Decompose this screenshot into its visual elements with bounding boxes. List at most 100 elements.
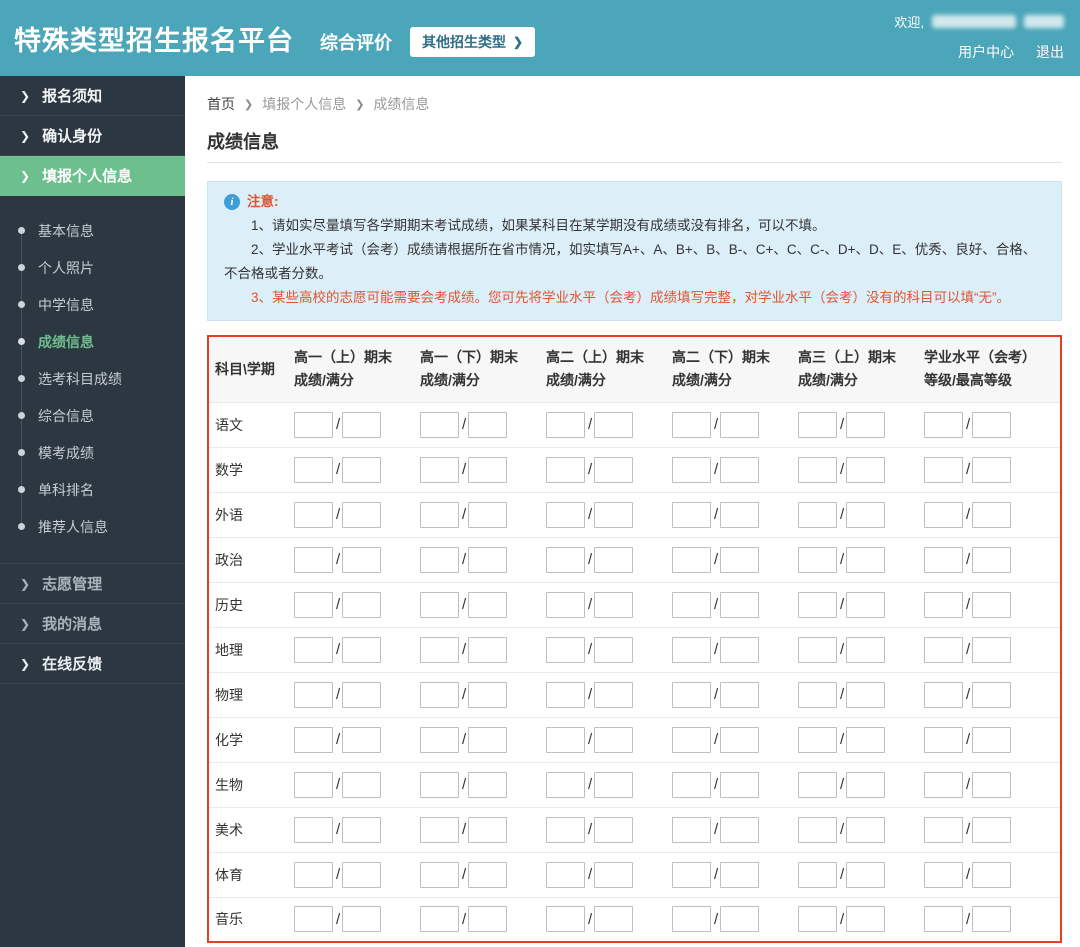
max-score-input[interactable] — [342, 546, 382, 573]
max-score-input[interactable] — [846, 861, 886, 888]
score-input[interactable] — [672, 636, 711, 663]
score-input[interactable] — [420, 681, 459, 708]
sidebar-subitem[interactable]: 个人照片 — [0, 249, 185, 286]
sidebar-subitem[interactable]: 综合信息 — [0, 397, 185, 434]
score-input[interactable] — [924, 636, 963, 663]
max-score-input[interactable] — [468, 816, 508, 843]
score-input[interactable] — [798, 636, 837, 663]
score-input[interactable] — [294, 861, 333, 888]
score-input[interactable] — [420, 906, 459, 933]
max-score-input[interactable] — [972, 501, 1012, 528]
score-input[interactable] — [294, 816, 333, 843]
score-input[interactable] — [294, 591, 333, 618]
score-input[interactable] — [798, 771, 837, 798]
score-input[interactable] — [924, 906, 963, 933]
sidebar-item[interactable]: ❯ 报名须知 — [0, 76, 185, 116]
score-input[interactable] — [672, 906, 711, 933]
max-score-input[interactable] — [594, 636, 634, 663]
breadcrumb-item[interactable]: 首页 — [207, 94, 235, 114]
max-score-input[interactable] — [720, 681, 760, 708]
max-score-input[interactable] — [594, 816, 634, 843]
score-input[interactable] — [798, 726, 837, 753]
sidebar-subitem[interactable]: 中学信息 — [0, 286, 185, 323]
max-score-input[interactable] — [972, 591, 1012, 618]
max-score-input[interactable] — [468, 411, 508, 438]
score-input[interactable] — [546, 861, 585, 888]
max-score-input[interactable] — [342, 501, 382, 528]
max-score-input[interactable] — [342, 411, 382, 438]
max-score-input[interactable] — [972, 861, 1012, 888]
max-score-input[interactable] — [846, 456, 886, 483]
score-input[interactable] — [420, 546, 459, 573]
score-input[interactable] — [294, 906, 333, 933]
score-input[interactable] — [420, 591, 459, 618]
max-score-input[interactable] — [594, 501, 634, 528]
score-input[interactable] — [798, 906, 837, 933]
sidebar-subitem[interactable]: 单科排名 — [0, 471, 185, 508]
other-enrollment-types-button[interactable]: 其他招生类型 ❯ — [410, 27, 536, 57]
score-input[interactable] — [294, 546, 333, 573]
max-score-input[interactable] — [846, 501, 886, 528]
score-input[interactable] — [798, 411, 837, 438]
max-score-input[interactable] — [972, 816, 1012, 843]
score-input[interactable] — [420, 861, 459, 888]
score-input[interactable] — [672, 456, 711, 483]
max-score-input[interactable] — [594, 681, 634, 708]
max-score-input[interactable] — [846, 636, 886, 663]
score-input[interactable] — [798, 681, 837, 708]
max-score-input[interactable] — [342, 726, 382, 753]
score-input[interactable] — [672, 861, 711, 888]
score-input[interactable] — [672, 411, 711, 438]
score-input[interactable] — [420, 771, 459, 798]
score-input[interactable] — [924, 411, 963, 438]
max-score-input[interactable] — [846, 771, 886, 798]
score-input[interactable] — [420, 411, 459, 438]
score-input[interactable] — [546, 546, 585, 573]
max-score-input[interactable] — [342, 591, 382, 618]
max-score-input[interactable] — [594, 546, 634, 573]
user-center-link[interactable]: 用户中心 — [958, 44, 1014, 60]
sidebar-subitem[interactable]: 推荐人信息 — [0, 508, 185, 545]
score-input[interactable] — [924, 861, 963, 888]
max-score-input[interactable] — [342, 906, 382, 933]
score-input[interactable] — [294, 726, 333, 753]
sidebar-item[interactable]: ❯ 确认身份 — [0, 116, 185, 156]
score-input[interactable] — [798, 861, 837, 888]
score-input[interactable] — [924, 726, 963, 753]
max-score-input[interactable] — [720, 591, 760, 618]
max-score-input[interactable] — [594, 411, 634, 438]
max-score-input[interactable] — [468, 456, 508, 483]
max-score-input[interactable] — [468, 546, 508, 573]
score-input[interactable] — [546, 816, 585, 843]
max-score-input[interactable] — [720, 771, 760, 798]
sidebar-item[interactable]: ❯ 我的消息 — [0, 604, 185, 644]
score-input[interactable] — [294, 456, 333, 483]
score-input[interactable] — [672, 546, 711, 573]
sidebar-item[interactable]: ❯ 在线反馈 — [0, 644, 185, 684]
score-input[interactable] — [672, 771, 711, 798]
max-score-input[interactable] — [594, 726, 634, 753]
max-score-input[interactable] — [720, 726, 760, 753]
sidebar-subitem[interactable]: 基本信息 — [0, 212, 185, 249]
max-score-input[interactable] — [846, 546, 886, 573]
score-input[interactable] — [294, 771, 333, 798]
logout-link[interactable]: 退出 — [1036, 44, 1064, 60]
max-score-input[interactable] — [972, 636, 1012, 663]
score-input[interactable] — [546, 456, 585, 483]
max-score-input[interactable] — [720, 816, 760, 843]
sidebar-subitem[interactable]: 成绩信息 — [0, 323, 185, 360]
max-score-input[interactable] — [972, 906, 1012, 933]
score-input[interactable] — [294, 681, 333, 708]
max-score-input[interactable] — [594, 771, 634, 798]
max-score-input[interactable] — [468, 681, 508, 708]
score-input[interactable] — [420, 456, 459, 483]
score-input[interactable] — [420, 816, 459, 843]
max-score-input[interactable] — [468, 726, 508, 753]
max-score-input[interactable] — [972, 456, 1012, 483]
max-score-input[interactable] — [468, 636, 508, 663]
score-input[interactable] — [798, 816, 837, 843]
max-score-input[interactable] — [846, 591, 886, 618]
score-input[interactable] — [294, 636, 333, 663]
sidebar-subitem[interactable]: 选考科目成绩 — [0, 360, 185, 397]
max-score-input[interactable] — [468, 906, 508, 933]
